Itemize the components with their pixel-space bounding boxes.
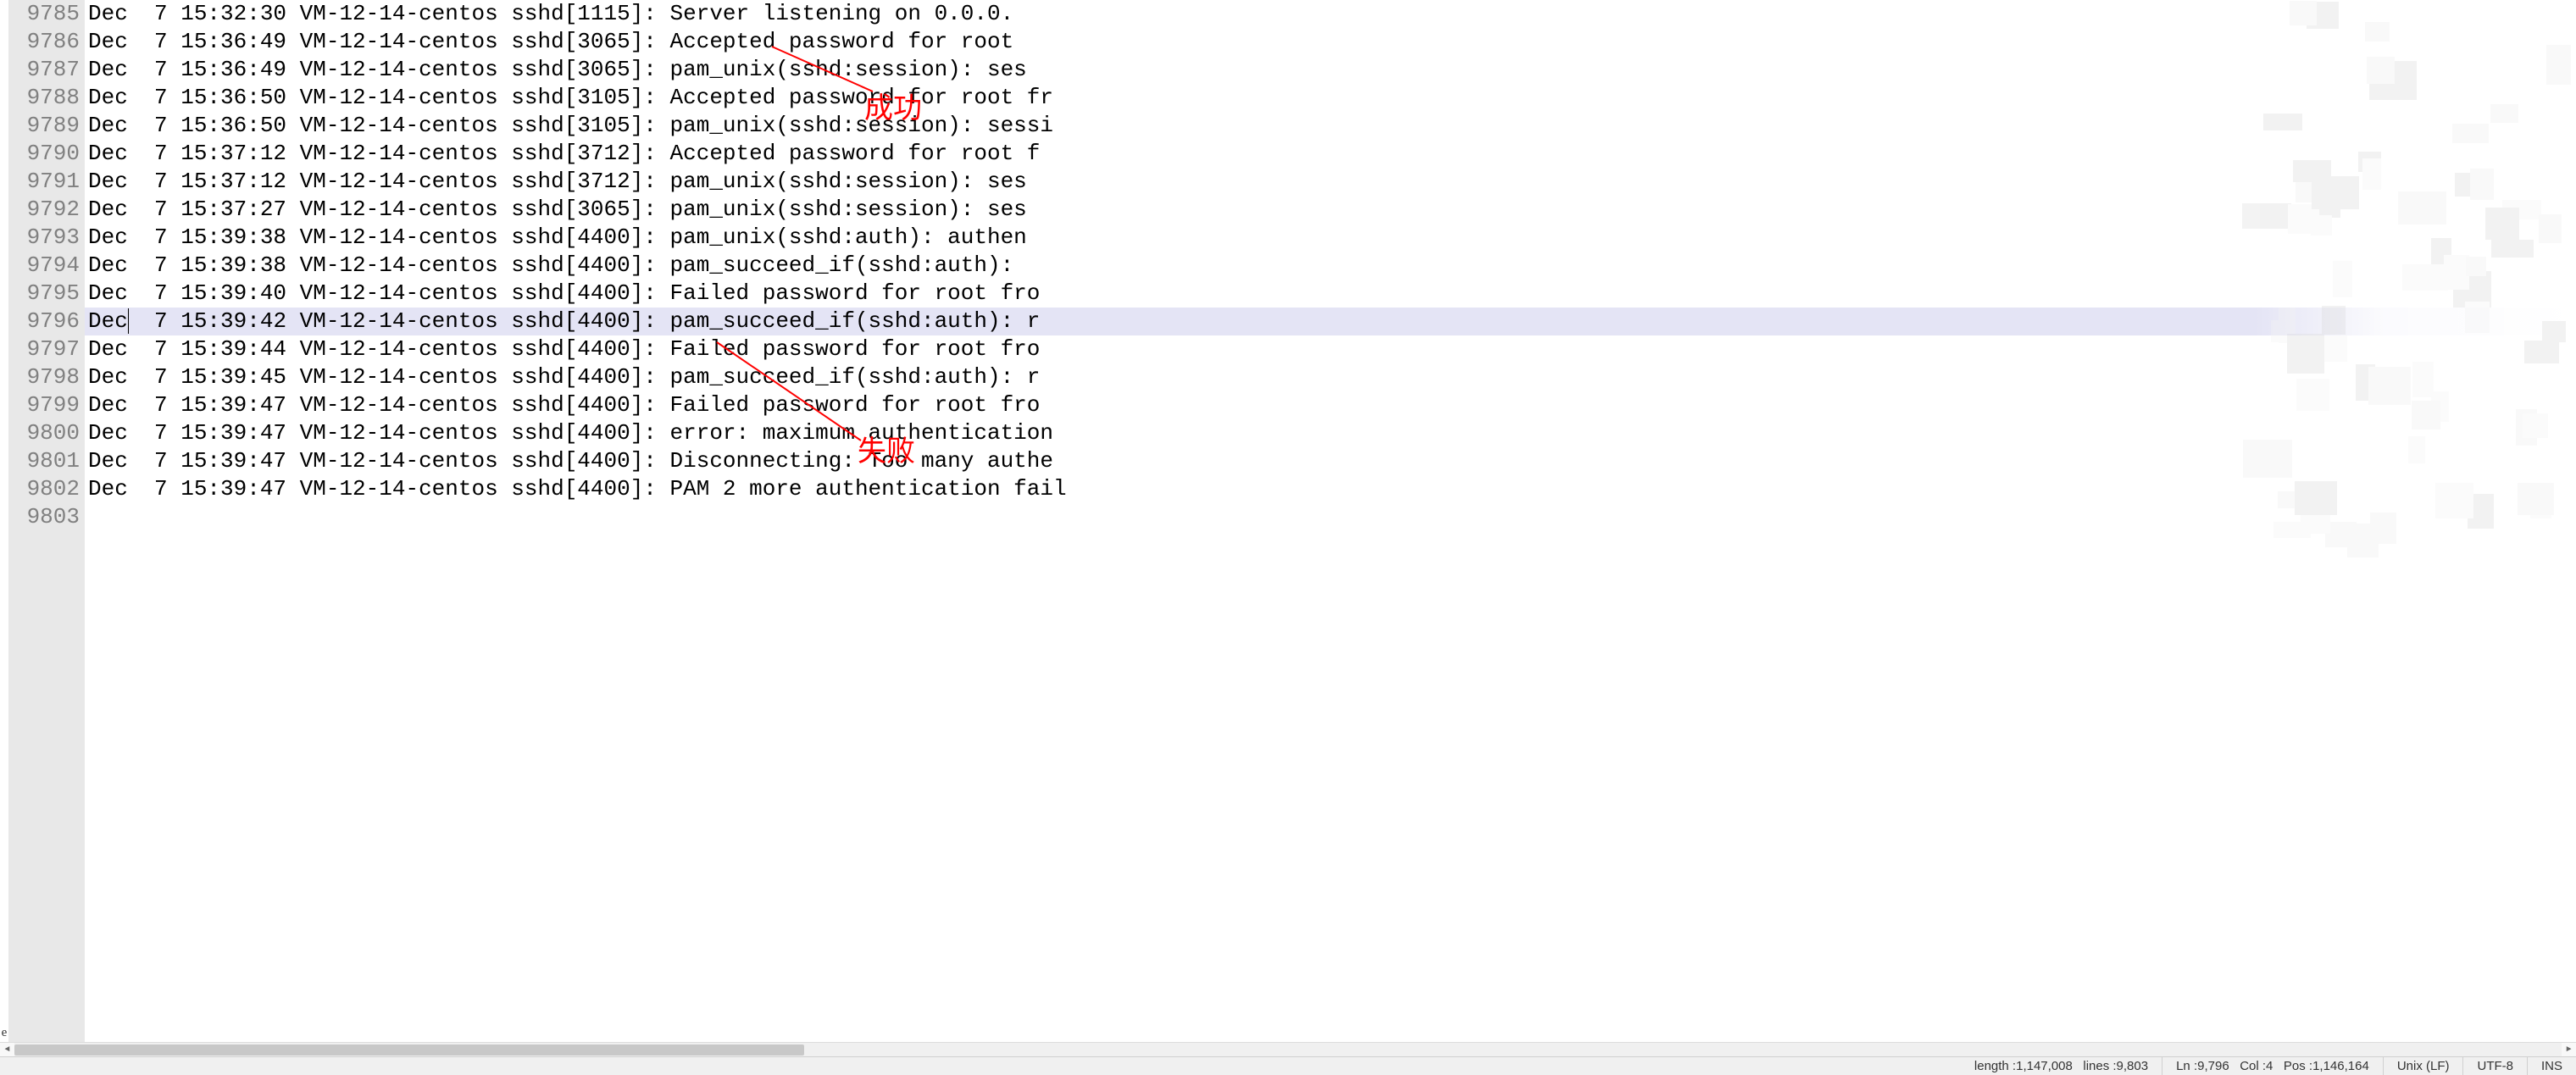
code-line[interactable]: Dec 7 15:39:38 VM-12-14-centos sshd[4400…	[85, 224, 2576, 252]
line-number: 9789	[17, 112, 80, 140]
line-number: 9802	[17, 475, 80, 503]
line-number: 9787	[17, 56, 80, 84]
status-col-value: 4	[2266, 1059, 2273, 1073]
line-number: 9788	[17, 84, 80, 112]
line-number: 9794	[17, 252, 80, 280]
status-eol: Unix (LF)	[2383, 1057, 2463, 1075]
status-mode: INS	[2527, 1057, 2576, 1075]
status-lines-value: 9,803	[2117, 1059, 2149, 1073]
status-bar: length : 1,147,008 lines : 9,803 Ln : 9,…	[0, 1056, 2576, 1075]
status-length-label: length :	[1974, 1059, 2016, 1073]
line-number: 9799	[17, 391, 80, 419]
code-line[interactable]: Dec 7 15:39:47 VM-12-14-centos sshd[4400…	[85, 419, 2576, 447]
code-line[interactable]: Dec 7 15:39:42 VM-12-14-centos sshd[4400…	[85, 308, 2576, 335]
line-number: 9796	[17, 308, 80, 335]
scroll-left-button[interactable]: ◄	[0, 1043, 14, 1056]
code-line[interactable]: Dec 7 15:36:50 VM-12-14-centos sshd[3105…	[85, 112, 2576, 140]
left-margin-fragment: e	[0, 0, 8, 1042]
line-number: 9803	[17, 503, 80, 531]
code-line[interactable]: Dec 7 15:37:27 VM-12-14-centos sshd[3065…	[85, 196, 2576, 224]
line-number-gutter: 9785978697879788978997909791979297939794…	[8, 0, 85, 1042]
line-number: 9790	[17, 140, 80, 168]
code-line[interactable]: Dec 7 15:39:40 VM-12-14-centos sshd[4400…	[85, 280, 2576, 308]
horizontal-scrollbar[interactable]: ◄ ►	[0, 1042, 2576, 1056]
status-pos-label: Pos :	[2284, 1059, 2312, 1073]
code-line[interactable]: Dec 7 15:32:30 VM-12-14-centos sshd[1115…	[85, 0, 2576, 28]
line-number: 9800	[17, 419, 80, 447]
code-line[interactable]: Dec 7 15:37:12 VM-12-14-centos sshd[3712…	[85, 168, 2576, 196]
status-ln-label: Ln :	[2176, 1059, 2197, 1073]
code-area[interactable]: Dec 7 15:32:30 VM-12-14-centos sshd[1115…	[85, 0, 2576, 1042]
code-line[interactable]: Dec 7 15:36:49 VM-12-14-centos sshd[3065…	[85, 28, 2576, 56]
editor-content: e 97859786978797889789979097919792979397…	[0, 0, 2576, 1042]
code-line[interactable]	[85, 503, 2576, 531]
code-line[interactable]: Dec 7 15:39:38 VM-12-14-centos sshd[4400…	[85, 252, 2576, 280]
line-number: 9791	[17, 168, 80, 196]
line-number: 9786	[17, 28, 80, 56]
status-cursor: Ln : 9,796 Col : 4 Pos : 1,146,164	[2162, 1057, 2383, 1075]
code-line[interactable]: Dec 7 15:39:47 VM-12-14-centos sshd[4400…	[85, 447, 2576, 475]
status-ln-value: 9,796	[2197, 1059, 2229, 1073]
status-col-label: Col :	[2240, 1059, 2266, 1073]
code-line[interactable]: Dec 7 15:36:50 VM-12-14-centos sshd[3105…	[85, 84, 2576, 112]
scroll-right-button[interactable]: ►	[2562, 1043, 2576, 1056]
status-length-value: 1,147,008	[2016, 1059, 2073, 1073]
line-number: 9792	[17, 196, 80, 224]
editor-window: e 97859786978797889789979097919792979397…	[0, 0, 2576, 1075]
scroll-thumb[interactable]	[14, 1045, 804, 1056]
code-line[interactable]: Dec 7 15:39:44 VM-12-14-centos sshd[4400…	[85, 335, 2576, 363]
line-number: 9795	[17, 280, 80, 308]
status-length: length : 1,147,008 lines : 9,803	[1961, 1057, 2162, 1075]
status-pos-value: 1,146,164	[2312, 1059, 2369, 1073]
code-line[interactable]: Dec 7 15:39:47 VM-12-14-centos sshd[4400…	[85, 391, 2576, 419]
status-lines-label: lines :	[2083, 1059, 2116, 1073]
code-lines[interactable]: Dec 7 15:32:30 VM-12-14-centos sshd[1115…	[85, 0, 2576, 531]
code-line[interactable]: Dec 7 15:39:45 VM-12-14-centos sshd[4400…	[85, 363, 2576, 391]
line-number: 9801	[17, 447, 80, 475]
code-line[interactable]: Dec 7 15:37:12 VM-12-14-centos sshd[3712…	[85, 140, 2576, 168]
line-number: 9797	[17, 335, 80, 363]
line-number: 9785	[17, 0, 80, 28]
line-number: 9798	[17, 363, 80, 391]
code-line[interactable]: Dec 7 15:36:49 VM-12-14-centos sshd[3065…	[85, 56, 2576, 84]
scroll-track[interactable]	[14, 1043, 2562, 1056]
code-line[interactable]: Dec 7 15:39:47 VM-12-14-centos sshd[4400…	[85, 475, 2576, 503]
line-number: 9793	[17, 224, 80, 252]
status-encoding: UTF-8	[2462, 1057, 2527, 1075]
